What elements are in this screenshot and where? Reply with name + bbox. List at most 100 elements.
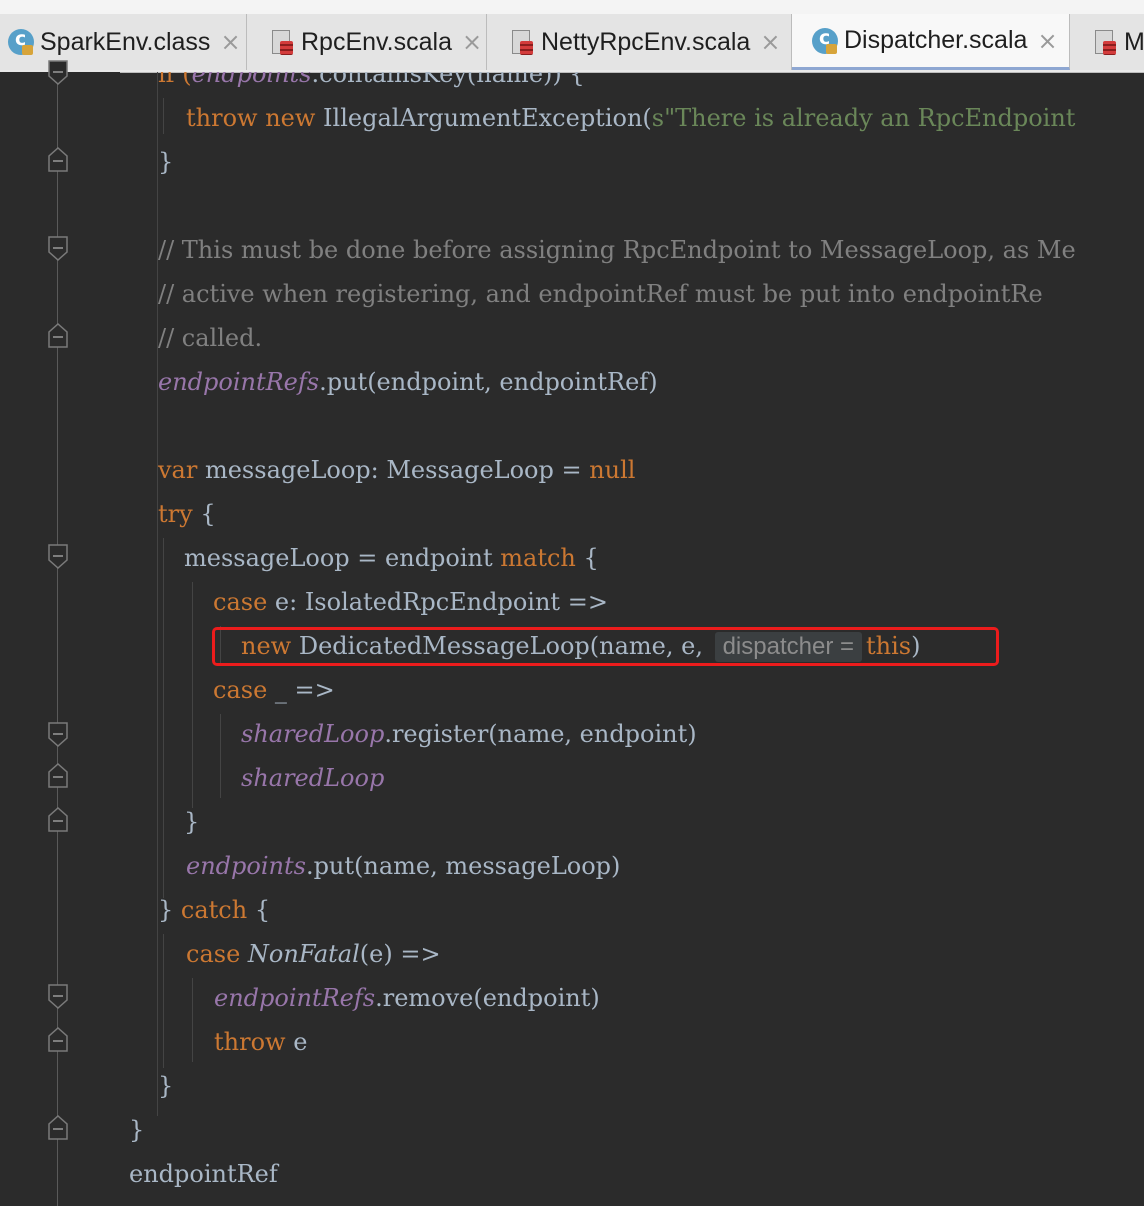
code-line: throw new IllegalArgumentException(s"The… xyxy=(186,100,1075,136)
code-line: } xyxy=(158,144,173,180)
fold-end-icon[interactable] xyxy=(47,544,69,570)
tab-label: RpcEnv.scala xyxy=(301,27,452,56)
red-highlight-box xyxy=(212,627,999,666)
close-tab-icon[interactable]: × xyxy=(760,28,780,56)
fold-start-icon[interactable] xyxy=(47,1114,69,1140)
code-token: } xyxy=(129,1116,145,1144)
code-line: try { xyxy=(158,496,216,532)
fold-end-icon[interactable] xyxy=(47,236,69,262)
code-token: s"There is already an RpcEndpoint xyxy=(651,104,1076,132)
code-token: messageLoop: MessageLoop = xyxy=(197,456,590,484)
code-line: } catch { xyxy=(158,892,270,928)
tab-rpcenv-scala[interactable]: RpcEnv.scala × xyxy=(247,14,487,70)
code-line: throw e xyxy=(214,1024,307,1060)
tab-bar-top-strip xyxy=(0,0,1144,14)
tab-label: SparkEnv.class xyxy=(40,27,211,56)
code-token: { xyxy=(575,544,599,572)
code-token: case xyxy=(186,940,241,968)
code-token: match xyxy=(500,544,576,572)
scala-file-icon xyxy=(267,27,297,57)
editor-gutter xyxy=(0,60,120,1206)
fold-start-icon[interactable] xyxy=(47,146,69,172)
code-line: var messageLoop: MessageLoop = null xyxy=(158,452,635,488)
code-token: .remove(endpoint) xyxy=(375,984,600,1012)
code-token: null xyxy=(589,456,636,484)
code-line: // This must be done before assigning Rp… xyxy=(158,232,1076,268)
fold-start-icon[interactable] xyxy=(47,1026,69,1052)
indent-guide xyxy=(157,72,158,1116)
class-icon xyxy=(6,27,36,57)
code-token: endpoints xyxy=(191,72,312,88)
code-token: .register(name, endpoint) xyxy=(384,720,697,748)
code-token: NonFatal xyxy=(247,940,360,968)
code-token: endpoints xyxy=(186,852,306,880)
code-token: .put(endpoint, endpointRef) xyxy=(319,368,658,396)
scala-object-icon xyxy=(810,26,840,56)
scala-file-icon xyxy=(507,27,537,57)
code-token: .containsKey(name)) { xyxy=(311,72,585,88)
code-token: new xyxy=(265,104,316,132)
indent-guide xyxy=(163,98,164,134)
code-token: case xyxy=(213,676,268,704)
code-token: } xyxy=(158,148,174,176)
indent-guide xyxy=(192,978,193,1062)
tab-nettyrpcenv-scala[interactable]: NettyRpcEnv.scala × xyxy=(487,14,792,70)
code-token: } xyxy=(184,808,200,836)
code-token: e: IsolatedRpcEndpoint => xyxy=(267,588,608,616)
code-line: messageLoop = endpoint match { xyxy=(184,540,599,576)
fold-end-icon[interactable] xyxy=(47,722,69,748)
code-token: { xyxy=(192,500,216,528)
tab-sparkenv-class[interactable]: SparkEnv.class × xyxy=(0,14,247,70)
code-token: (e) => xyxy=(359,940,441,968)
fold-start-icon[interactable] xyxy=(47,762,69,788)
fold-start-icon[interactable] xyxy=(47,806,69,832)
code-token: messageLoop = endpoint xyxy=(184,544,501,572)
code-token: sharedLoop xyxy=(241,720,385,748)
indent-guide xyxy=(192,582,193,808)
fold-end-icon[interactable] xyxy=(47,984,69,1010)
close-tab-icon[interactable]: × xyxy=(1037,27,1057,55)
editor-tab-bar: SparkEnv.class × RpcEnv.scala × NettyRpc… xyxy=(0,0,1144,73)
code-line: endpoints.put(name, messageLoop) xyxy=(186,848,620,884)
code-comment: // This must be done before assigning Rp… xyxy=(158,236,1076,264)
code-comment: // called. xyxy=(158,324,263,352)
code-line: // active when registering, and endpoint… xyxy=(158,276,1043,312)
code-line: sharedLoop.register(name, endpoint) xyxy=(241,716,697,752)
code-token: throw xyxy=(186,104,258,132)
fold-start-icon[interactable] xyxy=(47,322,69,348)
close-tab-icon[interactable]: × xyxy=(462,28,482,56)
indent-guide xyxy=(163,538,164,898)
code-token: throw xyxy=(214,1028,286,1056)
fold-end-icon[interactable] xyxy=(47,60,69,86)
code-comment: // active when registering, and endpoint… xyxy=(158,280,1043,308)
code-token: endpointRefs xyxy=(158,368,320,396)
code-line: case NonFatal(e) => xyxy=(186,936,441,972)
code-token: case xyxy=(213,588,268,616)
code-token: _ => xyxy=(267,676,335,704)
code-token: catch xyxy=(180,896,248,924)
code-token: endpointRefs xyxy=(214,984,376,1012)
code-line: // called. xyxy=(158,320,262,356)
close-tab-icon[interactable]: × xyxy=(220,28,240,56)
code-token: { xyxy=(247,896,271,924)
code-line: endpointRef xyxy=(129,1156,278,1192)
indent-guide xyxy=(163,934,164,1068)
code-line: case e: IsolatedRpcEndpoint => xyxy=(213,584,608,620)
code-token: e xyxy=(285,1028,308,1056)
code-token: sharedLoop xyxy=(241,764,385,792)
indent-guide xyxy=(220,714,221,798)
tab-label: NettyRpcEnv.scala xyxy=(541,27,751,56)
tab-truncated[interactable]: M xyxy=(1070,14,1144,70)
code-line: case _ => xyxy=(213,672,335,708)
code-token: .put(name, messageLoop) xyxy=(305,852,621,880)
tab-dispatcher-scala[interactable]: Dispatcher.scala × xyxy=(792,14,1070,70)
code-token: } xyxy=(158,1072,174,1100)
tab-label: M xyxy=(1124,27,1144,56)
code-token: var xyxy=(158,456,198,484)
code-token: if ( xyxy=(158,72,192,88)
code-line: } xyxy=(184,804,199,840)
code-token: IllegalArgumentException( xyxy=(315,104,652,132)
code-token: try xyxy=(158,500,193,528)
scala-file-icon xyxy=(1090,27,1120,57)
